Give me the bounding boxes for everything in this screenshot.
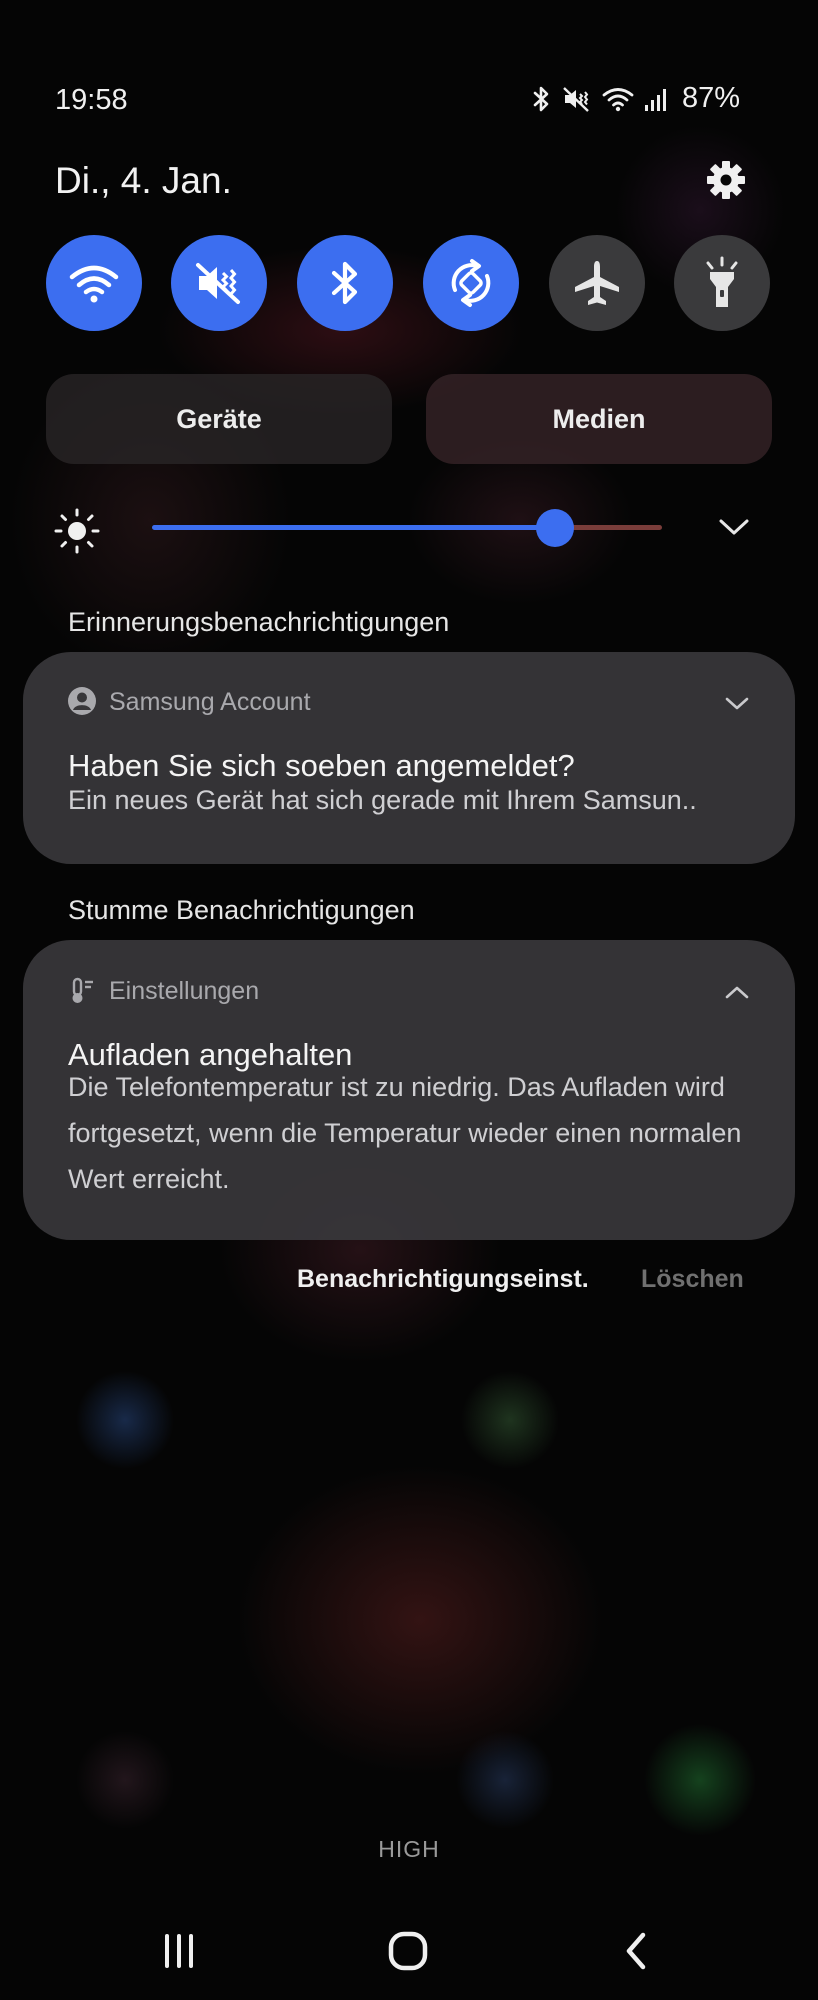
notification-settings-button[interactable]: Benachrichtigungseinst. (297, 1265, 589, 1294)
chevron-up-icon[interactable] (723, 982, 751, 1002)
status-bar: 19:58 87% (0, 78, 818, 122)
chevron-down-icon[interactable] (723, 694, 751, 714)
brightness-sun-icon (54, 508, 100, 554)
navigation-bar (0, 1900, 818, 2000)
chevron-down-icon[interactable] (716, 512, 752, 542)
notification-body: Die Telefontemperatur ist zu niedrig. Da… (68, 1072, 742, 1194)
back-icon (626, 1932, 646, 1970)
mute-icon (196, 263, 240, 304)
wifi-toggle[interactable] (46, 235, 142, 331)
airplane-toggle[interactable] (549, 235, 645, 331)
flashlight-toggle[interactable] (674, 235, 770, 331)
account-icon (68, 687, 96, 715)
flashlight-icon (706, 256, 738, 307)
home-icon (388, 1931, 428, 1971)
clear-button[interactable]: Löschen (641, 1265, 744, 1294)
media-button[interactable]: Medien (426, 374, 772, 464)
back-button[interactable] (606, 1928, 666, 1974)
brightness-track-filled (152, 525, 555, 530)
bluetooth-icon (533, 86, 549, 111)
bluetooth-icon (331, 261, 358, 305)
quick-toggles (46, 235, 770, 331)
notification-app-name: Einstellungen (109, 977, 260, 1005)
date-label: Di., 4. Jan. (55, 160, 232, 201)
auto-rotate-toggle[interactable] (423, 235, 519, 331)
auto-rotate-icon (451, 259, 491, 307)
notification-card-samsung-account[interactable]: Samsung Account Haben Sie sich soeben an… (23, 652, 795, 864)
carrier-label: HIGH (378, 1836, 440, 1862)
mute-icon (563, 86, 589, 112)
brightness-slider-thumb[interactable] (535, 509, 574, 547)
gear-icon[interactable] (704, 158, 748, 202)
notification-body: Ein neues Gerät hat sich gerade mit Ihre… (68, 785, 697, 815)
signal-icon (644, 88, 666, 111)
airplane-icon (575, 261, 619, 305)
brightness-slider[interactable] (152, 505, 662, 549)
recent-apps-button[interactable] (149, 1928, 209, 1974)
mute-toggle[interactable] (171, 235, 267, 331)
section-header-silent: Stumme Benachrichtigungen (68, 895, 415, 925)
notification-card-settings[interactable]: Einstellungen Aufladen angehalten Die Te… (23, 940, 795, 1240)
wifi-icon (602, 87, 634, 111)
status-icons: 87% (532, 82, 740, 115)
section-header-reminders: Erinnerungsbenachrichtigungen (68, 607, 450, 637)
home-button[interactable] (378, 1928, 438, 1974)
notification-app-name: Samsung Account (109, 688, 311, 716)
bluetooth-toggle[interactable] (297, 235, 393, 331)
recent-apps-icon (165, 1934, 193, 1968)
status-clock: 19:58 (55, 84, 128, 116)
devices-button[interactable]: Geräte (46, 374, 392, 464)
wifi-icon (69, 265, 119, 303)
battery-level: 87% (681, 82, 740, 114)
thermometer-icon (72, 977, 93, 1003)
